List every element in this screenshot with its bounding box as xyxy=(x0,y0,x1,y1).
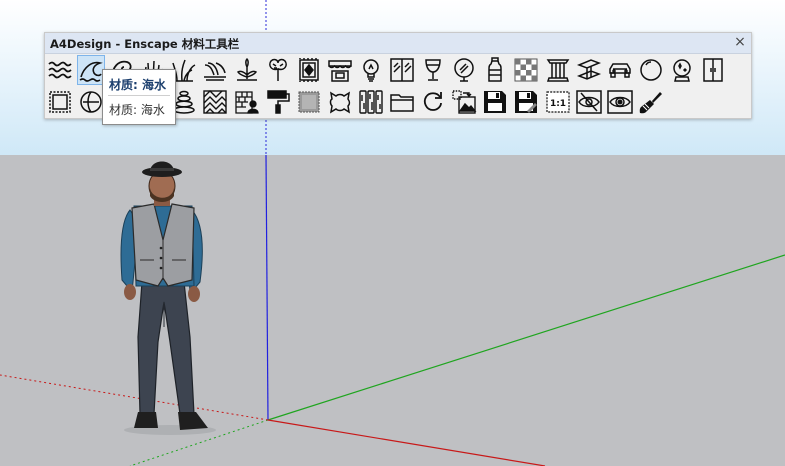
toolbar-title: A4Design - Enscape 材料工具栏 xyxy=(50,37,240,51)
material-tooltip: 材质: 海水 材质: 海水 xyxy=(102,69,176,125)
brick-wall-person-icon[interactable] xyxy=(233,87,261,117)
tooltip-divider xyxy=(108,95,170,96)
toolbar-title-bar[interactable]: A4Design - Enscape 材料工具栏 × xyxy=(45,33,751,54)
glass-window-icon[interactable] xyxy=(388,55,416,85)
sphere-icon[interactable] xyxy=(637,55,665,85)
close-button[interactable]: × xyxy=(733,34,747,50)
image-swap-icon[interactable] xyxy=(450,87,478,117)
save-as-disk-icon[interactable] xyxy=(512,87,540,117)
carpet-swatch-icon[interactable] xyxy=(295,87,323,117)
blue-axis xyxy=(265,154,269,421)
monstera-leaf-icon[interactable] xyxy=(264,55,292,85)
wheat-grass-icon[interactable] xyxy=(201,55,229,85)
lightbulb-icon[interactable] xyxy=(357,55,385,85)
paint-brush-icon[interactable] xyxy=(637,87,665,117)
paint-roller-icon[interactable] xyxy=(264,87,292,117)
waves-icon[interactable] xyxy=(46,55,74,85)
mirror-icon[interactable] xyxy=(450,55,478,85)
leather-hide-icon[interactable] xyxy=(326,87,354,117)
wood-planks-icon[interactable] xyxy=(357,87,385,117)
sea-water-icon[interactable] xyxy=(77,55,106,85)
scale-1to1-icon[interactable]: 1:1 xyxy=(544,87,572,117)
tooltip-description: 材质: 海水 xyxy=(109,103,165,117)
wardrobe-icon[interactable] xyxy=(699,55,727,85)
hide-eye-icon[interactable] xyxy=(575,87,603,117)
plastic-bottle-icon[interactable] xyxy=(481,55,509,85)
fabric-swatch-icon[interactable] xyxy=(46,87,74,117)
crystal-ball-icon[interactable] xyxy=(668,55,696,85)
refresh-icon[interactable] xyxy=(419,87,447,117)
person-figure xyxy=(120,161,216,435)
steel-beam-icon[interactable] xyxy=(575,55,603,85)
plant-tuft-icon[interactable] xyxy=(233,55,261,85)
tooltip-title: 材质: 海水 xyxy=(109,78,166,92)
save-disk-icon[interactable] xyxy=(481,87,509,117)
scale-1to1-label: 1:1 xyxy=(549,99,565,109)
wine-glass-icon[interactable] xyxy=(419,55,447,85)
awning-icon[interactable] xyxy=(326,55,354,85)
checkerboard-icon[interactable] xyxy=(512,55,540,85)
herringbone-icon[interactable] xyxy=(201,87,229,117)
column-icon[interactable] xyxy=(544,55,572,85)
rug-icon[interactable] xyxy=(295,55,323,85)
folder-icon[interactable] xyxy=(388,87,416,117)
red-axis xyxy=(267,419,546,466)
show-eye-icon[interactable] xyxy=(606,87,634,117)
chrome-ball-icon[interactable] xyxy=(77,87,105,117)
car-icon[interactable] xyxy=(606,55,634,85)
green-axis xyxy=(267,254,785,421)
